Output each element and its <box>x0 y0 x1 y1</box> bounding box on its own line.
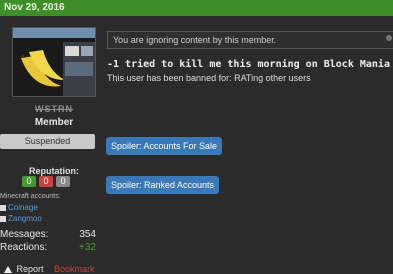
post-date: Nov 29, 2016 <box>4 2 65 13</box>
reputation-counts: 0 0 0 <box>22 176 106 188</box>
reputation-neutral: 0 <box>56 176 70 187</box>
username[interactable]: WSTRN <box>12 104 96 114</box>
ignore-toggle-icon[interactable] <box>386 35 392 41</box>
reputation-positive: 0 <box>22 176 36 187</box>
stat-label: Messages: <box>0 229 49 240</box>
warning-icon <box>4 266 12 274</box>
spoiler-accounts-for-sale-button[interactable]: Spoiler: Accounts For Sale <box>106 137 223 155</box>
avatar-thumbnail <box>65 62 93 76</box>
avatar-thumbnail <box>81 46 93 56</box>
minecraft-account-link[interactable]: Coinage <box>0 203 38 212</box>
stat-label: Reactions: <box>0 242 48 253</box>
reputation-negative: 0 <box>39 176 53 187</box>
ignore-notice: You are ignoring content by this member. <box>107 31 393 49</box>
stat-messages: Messages: 354 <box>0 229 96 240</box>
stat-value: +32 <box>79 242 96 253</box>
avatar-thumbnail <box>65 46 79 56</box>
suspended-banner: Suspended <box>0 134 95 149</box>
spoiler-ranked-accounts-button[interactable]: Spoiler: Ranked Accounts <box>106 176 220 194</box>
minecraft-head-icon <box>0 204 6 211</box>
user-title: Member <box>34 117 74 128</box>
stat-reactions: Reactions: +32 <box>0 242 96 253</box>
minecraft-head-icon <box>0 215 6 222</box>
minecraft-account-link[interactable]: Zangmoo <box>0 214 42 223</box>
avatar[interactable] <box>12 27 96 97</box>
post-date-bar: Nov 29, 2016 <box>0 0 393 16</box>
stat-value: 354 <box>79 229 96 240</box>
reputation-label: Reputation: <box>29 166 79 176</box>
minecraft-accounts-label: Minecraft accounts: <box>0 193 61 200</box>
ban-notice: This user has been banned for: RATing ot… <box>107 73 311 83</box>
message-title: -1 tried to kill me this morning on Bloc… <box>107 59 390 70</box>
